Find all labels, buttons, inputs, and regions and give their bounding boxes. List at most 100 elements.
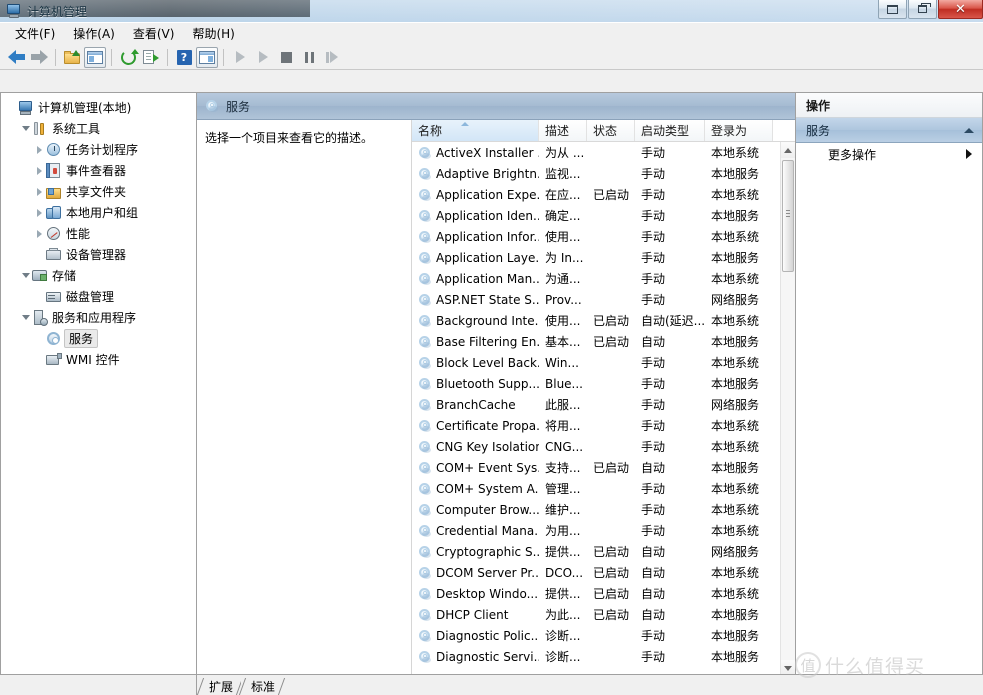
table-row[interactable]: Bluetooth Supp... Blue... 手动 本地服务 [412,373,780,394]
result-pane-header: 服务 [197,93,795,120]
table-row[interactable]: DCOM Server Pr... DCO... 已启动 自动 本地系统 [412,562,780,583]
up-folder-button[interactable] [61,47,83,68]
tree-item-9[interactable]: 服务和应用程序 [1,307,196,328]
tab-standard[interactable]: 标准 [241,678,284,695]
table-row[interactable]: Application Laye... 为 In... 手动 本地服务 [412,247,780,268]
column-header-0[interactable]: 名称 [412,120,539,141]
table-row[interactable]: Adaptive Brightn... 监视... 手动 本地服务 [412,163,780,184]
cell-startup-type: 手动 [641,209,666,223]
service-gear-icon [418,272,432,286]
export-list-button[interactable] [140,47,162,68]
minimize-button[interactable] [878,0,907,19]
tree-item-7[interactable]: 存储 [1,265,196,286]
maximize-button[interactable] [908,0,937,19]
table-row[interactable]: Credential Mana... 为用... 手动 本地系统 [412,520,780,541]
table-row[interactable]: Application Expe... 在应... 已启动 手动 本地系统 [412,184,780,205]
list-vertical-scrollbar[interactable] [780,142,795,674]
service-name-label: Base Filtering En... [436,334,539,349]
cell-description: 确定... [545,209,581,223]
resume-service-button[interactable] [252,47,274,68]
scroll-up-button[interactable] [781,142,795,158]
table-row[interactable]: Cryptographic S... 提供... 已启动 自动 网络服务 [412,541,780,562]
menu-action[interactable]: 操作(A) [64,22,124,45]
twisty-collapsed[interactable] [33,185,46,198]
cell-description: 在应... [545,188,581,202]
cell-name: Adaptive Brightn... [412,167,539,181]
menu-help[interactable]: 帮助(H) [183,22,243,45]
start-service-button[interactable] [229,47,251,68]
back-button[interactable] [5,47,27,68]
table-row[interactable]: Desktop Windo... 提供... 已启动 自动 本地系统 [412,583,780,604]
scrollbar-thumb[interactable] [782,160,794,272]
tree-item-5[interactable]: 性能 [1,223,196,244]
table-row[interactable]: Block Level Back... Win... 手动 本地系统 [412,352,780,373]
stop-service-button[interactable] [275,47,297,68]
menu-view[interactable]: 查看(V) [124,22,184,45]
wmi-control-icon [46,352,62,368]
tree-item-3[interactable]: 共享文件夹 [1,181,196,202]
twisty-collapsed[interactable] [33,143,46,156]
tree-item-label: 磁盘管理 [66,290,115,304]
table-row[interactable]: CNG Key Isolation CNG... 手动 本地系统 [412,436,780,457]
console-tree-pane[interactable]: 计算机管理(本地) 系统工具 任务计划程序 事件查看器 共享文件夹 本地用户和组 性能 设备… [0,92,196,675]
services-list-view[interactable]: 名称 描述 状态 启动类型 登录为 ActiveX Installer ... 为从 ..… [411,120,795,674]
twisty-collapsed[interactable] [33,206,46,219]
tree-item-4[interactable]: 本地用户和组 [1,202,196,223]
tree-item-0[interactable]: 系统工具 [1,118,196,139]
help-button[interactable]: ? [173,47,195,68]
table-row[interactable]: Application Infor... 使用... 手动 本地系统 [412,226,780,247]
menu-file[interactable]: 文件(F) [6,22,64,45]
restart-service-button[interactable] [321,47,343,68]
cell-logon-as: 本地系统 [711,146,760,160]
twisty-expanded[interactable] [19,311,32,324]
close-button[interactable]: ✕ [938,0,983,19]
table-row[interactable]: DHCP Client 为此... 已启动 自动 本地服务 [412,604,780,625]
table-row[interactable]: Base Filtering En... 基本... 已启动 自动 本地服务 [412,331,780,352]
tree-item-6[interactable]: 设备管理器 [1,244,196,265]
table-row[interactable]: Application Man... 为通... 手动 本地系统 [412,268,780,289]
tab-extended[interactable]: 扩展 [199,678,242,695]
tree-item-1[interactable]: 任务计划程序 [1,139,196,160]
action-more-actions[interactable]: 更多操作 [796,143,982,165]
table-row[interactable]: Diagnostic Polic... 诊断... 手动 本地服务 [412,625,780,646]
column-header-4[interactable]: 登录为 [705,120,773,141]
tree-item-2[interactable]: 事件查看器 [1,160,196,181]
table-row[interactable]: COM+ System A... 管理... 手动 本地系统 [412,478,780,499]
service-gear-icon [418,188,432,202]
pause-service-button[interactable] [298,47,320,68]
tab-extended-label: 扩展 [209,680,234,694]
table-row[interactable]: ActiveX Installer ... 为从 ... 手动 本地系统 [412,142,780,163]
twisty-collapsed[interactable] [33,164,46,177]
tree-root-node[interactable]: 计算机管理(本地) [1,97,196,118]
column-header-2[interactable]: 状态 [587,120,635,141]
twisty-collapsed[interactable] [33,227,46,240]
forward-button[interactable] [28,47,50,68]
twisty-expanded[interactable] [19,269,32,282]
column-header-3[interactable]: 启动类型 [635,120,705,141]
service-gear-icon [418,587,432,601]
refresh-button[interactable] [117,47,139,68]
column-header-1[interactable]: 描述 [539,120,587,141]
cell-logon-as: 本地系统 [711,503,760,517]
tree-item-8[interactable]: 磁盘管理 [1,286,196,307]
show-action-pane-button[interactable] [196,46,218,68]
actions-group-services[interactable]: 服务 [796,118,982,143]
show-hide-tree-button[interactable] [84,46,106,68]
twisty-none [33,353,46,366]
table-row[interactable]: Computer Brow... 维护... 手动 本地系统 [412,499,780,520]
minimize-icon [887,4,898,14]
scroll-down-button[interactable] [781,660,795,674]
tree-item-11[interactable]: WMI 控件 [1,349,196,370]
table-row[interactable]: COM+ Event Sys... 支持... 已启动 自动 本地服务 [412,457,780,478]
tree-item-10[interactable]: 服务 [1,328,196,349]
table-row[interactable]: BranchCache 此服... 手动 网络服务 [412,394,780,415]
table-row[interactable]: Certificate Propa... 将用... 手动 本地系统 [412,415,780,436]
table-row[interactable]: ASP.NET State S... Prov... 手动 网络服务 [412,289,780,310]
chevron-up-icon[interactable] [964,127,974,133]
service-gear-icon [418,629,432,643]
cell-name: Desktop Windo... [412,587,539,601]
table-row[interactable]: Diagnostic Servi... 诊断... 手动 本地服务 [412,646,780,667]
twisty-expanded[interactable] [19,122,32,135]
table-row[interactable]: Background Inte... 使用... 已启动 自动(延迟... 本地系统 [412,310,780,331]
table-row[interactable]: Application Iden... 确定... 手动 本地服务 [412,205,780,226]
